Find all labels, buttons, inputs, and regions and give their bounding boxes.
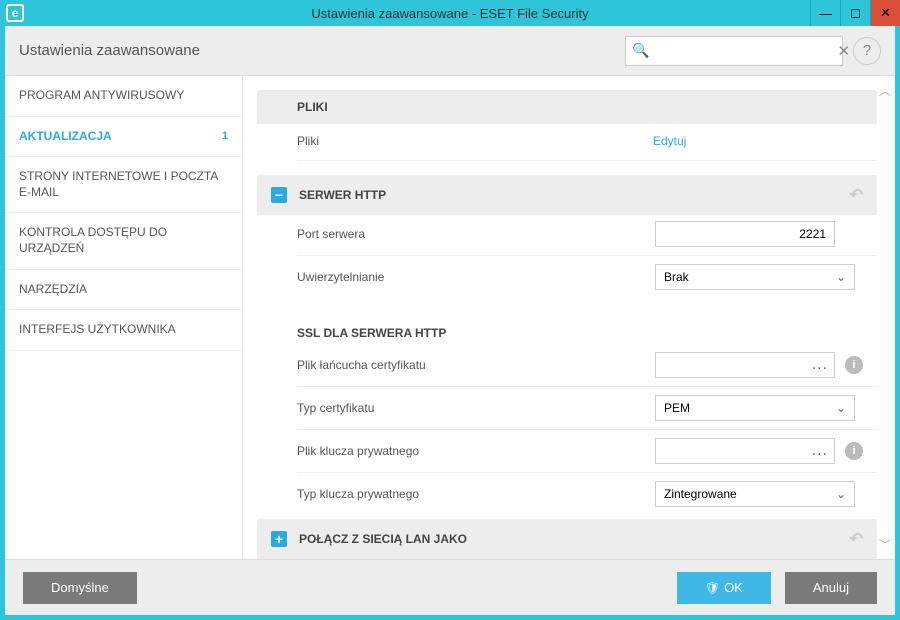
window-title: Ustawienia zaawansowane - ESET File Secu… bbox=[311, 6, 588, 21]
spacer bbox=[257, 296, 877, 308]
window-frame: Ustawienia zaawansowane 🔍 ✕ ? PROGRAM AN… bbox=[0, 26, 900, 620]
row-priv-key: Plik klucza prywatnego ... i bbox=[257, 432, 877, 470]
row-label: Plik klucza prywatnego bbox=[297, 444, 655, 458]
select-value: Zintegrowane bbox=[664, 487, 737, 501]
cert-type-select[interactable]: PEM ⌄ bbox=[655, 395, 855, 421]
ok-label: OK bbox=[724, 580, 743, 595]
search-icon: 🔍 bbox=[632, 42, 649, 59]
port-input[interactable] bbox=[655, 221, 835, 247]
scroll-down-icon[interactable]: ﹀ bbox=[879, 536, 891, 553]
sidebar-item-label: PROGRAM ANTYWIRUSOWY bbox=[19, 88, 184, 104]
sidebar-item-label: AKTUALIZACJA bbox=[19, 129, 112, 145]
priv-key-browse[interactable]: ... bbox=[655, 438, 835, 464]
section-files-header: PLIKI bbox=[257, 90, 877, 124]
row-auth: Uwierzytelnianie Brak ⌄ bbox=[257, 258, 877, 296]
sidebar-item-ui[interactable]: INTERFEJS UŻYTKOWNIKA bbox=[5, 310, 242, 351]
chevron-down-icon: ⌄ bbox=[836, 487, 846, 501]
shield-icon: 🛡 bbox=[705, 581, 720, 595]
row-priv-type: Typ klucza prywatnego Zintegrowane ⌄ bbox=[257, 475, 877, 513]
main-panel: ︿ PLIKI Pliki Edytuj − SERWER HTTP ↶ Por… bbox=[243, 76, 895, 559]
info-icon[interactable]: i bbox=[845, 442, 863, 460]
divider bbox=[297, 386, 877, 387]
search-box[interactable]: 🔍 ✕ bbox=[625, 36, 843, 66]
section-title: POŁĄCZ Z SIECIĄ LAN JAKO bbox=[299, 532, 467, 546]
row-label: Typ klucza prywatnego bbox=[297, 487, 655, 501]
search-input[interactable] bbox=[649, 43, 837, 58]
clear-search-icon[interactable]: ✕ bbox=[837, 42, 850, 60]
title-bar: Ustawienia zaawansowane - ESET File Secu… bbox=[0, 0, 900, 26]
sidebar-item-label: NARZĘDZIA bbox=[19, 282, 87, 298]
section-http-header: − SERWER HTTP ↶ bbox=[257, 175, 877, 215]
divider bbox=[297, 472, 877, 473]
default-button[interactable]: Domyślne bbox=[23, 572, 137, 604]
close-button[interactable]: ✕ bbox=[870, 0, 900, 26]
footer-bar: Domyślne 🛡 OK Anuluj bbox=[5, 559, 895, 615]
sidebar-item-label: INTERFEJS UŻYTKOWNIKA bbox=[19, 322, 176, 338]
sidebar-item-device-control[interactable]: KONTROLA DOSTĘPU DO URZĄDZEŃ bbox=[5, 213, 242, 269]
section-ssl-header: SSL DLA SERWERA HTTP bbox=[257, 316, 877, 346]
info-icon[interactable]: i bbox=[845, 356, 863, 374]
window-controls: — ◻ ✕ bbox=[810, 0, 900, 26]
select-value: Brak bbox=[664, 270, 689, 284]
header-bar: Ustawienia zaawansowane 🔍 ✕ ? bbox=[5, 26, 895, 76]
section-title: PLIKI bbox=[297, 100, 328, 114]
collapse-icon[interactable]: − bbox=[271, 187, 287, 203]
help-button[interactable]: ? bbox=[853, 37, 881, 65]
maximize-button[interactable]: ◻ bbox=[840, 0, 870, 26]
chevron-down-icon: ⌄ bbox=[836, 401, 846, 415]
sidebar-item-antivirus[interactable]: PROGRAM ANTYWIRUSOWY bbox=[5, 76, 242, 117]
chevron-down-icon: ⌄ bbox=[836, 270, 846, 284]
row-label: Pliki bbox=[297, 134, 653, 148]
row-port: Port serwera bbox=[257, 215, 877, 253]
ellipsis-icon: ... bbox=[812, 356, 828, 374]
row-cert-type: Typ certyfikatu PEM ⌄ bbox=[257, 389, 877, 427]
section-title: SERWER HTTP bbox=[299, 188, 386, 202]
sidebar-item-web-email[interactable]: STRONY INTERNETOWE I POCZTA E-MAIL bbox=[5, 157, 242, 213]
section-lan-header: + POŁĄCZ Z SIECIĄ LAN JAKO ↶ bbox=[257, 519, 877, 559]
page-title: Ustawienia zaawansowane bbox=[19, 42, 200, 59]
app-logo-icon bbox=[6, 4, 24, 22]
row-label: Plik łańcucha certyfikatu bbox=[297, 358, 655, 372]
row-label: Uwierzytelnianie bbox=[297, 270, 655, 284]
undo-icon[interactable]: ↶ bbox=[850, 185, 863, 205]
section-title: SSL DLA SERWERA HTTP bbox=[297, 326, 446, 340]
auth-select[interactable]: Brak ⌄ bbox=[655, 264, 855, 290]
priv-type-select[interactable]: Zintegrowane ⌄ bbox=[655, 481, 855, 507]
sidebar-item-badge: 1 bbox=[222, 129, 228, 145]
undo-icon[interactable]: ↶ bbox=[850, 529, 863, 549]
spacer bbox=[257, 163, 877, 175]
divider bbox=[297, 160, 877, 161]
divider bbox=[297, 429, 877, 430]
divider bbox=[297, 255, 877, 256]
edit-link[interactable]: Edytuj bbox=[653, 134, 863, 148]
sidebar-item-label: STRONY INTERNETOWE I POCZTA E-MAIL bbox=[19, 169, 228, 200]
row-label: Port serwera bbox=[297, 227, 655, 241]
sidebar-item-tools[interactable]: NARZĘDZIA bbox=[5, 270, 242, 311]
minimize-button[interactable]: — bbox=[810, 0, 840, 26]
cert-chain-browse[interactable]: ... bbox=[655, 352, 835, 378]
select-value: PEM bbox=[664, 401, 690, 415]
ok-button[interactable]: 🛡 OK bbox=[677, 572, 771, 604]
row-label: Typ certyfikatu bbox=[297, 401, 655, 415]
row-cert-chain: Plik łańcucha certyfikatu ... i bbox=[257, 346, 877, 384]
sidebar-item-update[interactable]: AKTUALIZACJA 1 bbox=[5, 117, 242, 158]
sidebar-item-label: KONTROLA DOSTĘPU DO URZĄDZEŃ bbox=[19, 225, 228, 256]
cancel-button[interactable]: Anuluj bbox=[785, 572, 877, 604]
scroll-up-icon[interactable]: ︿ bbox=[879, 82, 891, 99]
expand-icon[interactable]: + bbox=[271, 531, 287, 547]
row-files: Pliki Edytuj bbox=[257, 124, 877, 158]
sidebar: PROGRAM ANTYWIRUSOWY AKTUALIZACJA 1 STRO… bbox=[5, 76, 243, 559]
ellipsis-icon: ... bbox=[812, 442, 828, 460]
body: PROGRAM ANTYWIRUSOWY AKTUALIZACJA 1 STRO… bbox=[5, 76, 895, 559]
